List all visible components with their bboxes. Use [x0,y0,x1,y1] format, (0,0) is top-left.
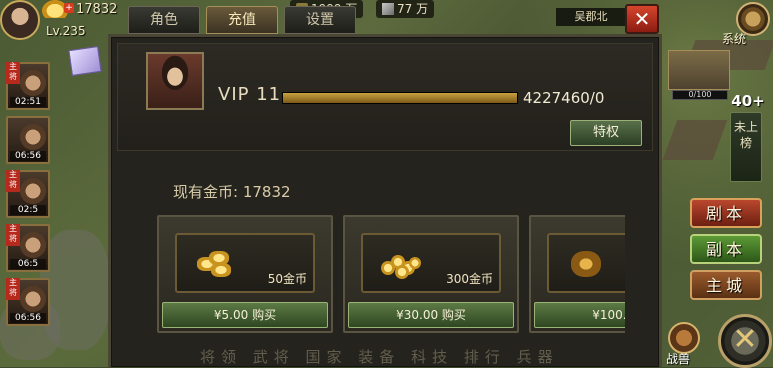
system-label: 系统 [722,32,747,46]
player-avatar[interactable] [0,0,40,40]
recharge-panel: VIP 11 4227460/0 特权 现有金币: 17832 50金币 ¥5.… [108,34,662,367]
story-button[interactable]: 剧本 [690,198,762,228]
rank-panel[interactable]: 未上榜 [730,112,762,182]
item-slot [547,233,625,293]
hero-slot-5[interactable]: 主将 06:56 [6,278,50,326]
war-beast-label: 战兽 [666,352,691,366]
mini-progress: 0/100 [672,90,728,100]
scroll-icon[interactable] [68,46,102,76]
hero-portrait [20,232,46,258]
buy-button[interactable]: ¥100.00 [534,302,625,328]
vip-section: VIP 11 4227460/0 特权 [117,43,653,151]
main-city-button[interactable]: 主城 [690,270,762,300]
player-level: Lv.235 [46,24,86,38]
gold-amount: 17832 [76,2,118,17]
hero-portrait [20,178,46,204]
item-slot: 50金币 [175,233,315,293]
buy-button[interactable]: ¥30.00 购买 [348,302,514,328]
item-slot: 300金币 [361,233,501,293]
minimap[interactable] [668,50,730,90]
menu-close-button[interactable]: ✕ [718,314,772,368]
current-gold-text: 现有金币: 17832 [173,183,291,201]
gold-coins-icon [381,251,421,279]
tab-settings[interactable]: 设置 [284,6,356,34]
hero-slot-2[interactable]: 06:56 [6,116,50,164]
resource-troops: 77 万 [376,0,435,18]
shop-item: ¥100.00 [529,215,625,333]
hero-slot-3[interactable]: 主将 02:5 [6,170,50,218]
close-button[interactable]: ✕ [625,4,659,34]
hero-portrait [20,286,46,312]
add-gold-button[interactable]: + [64,3,74,13]
vip-progress-fill [283,93,517,103]
shop-item: 300金币 ¥30.00 购买 [343,215,519,333]
hero-portrait [20,124,46,150]
vip-portrait [146,52,204,110]
dungeon-button[interactable]: 副本 [690,234,762,264]
hero-portrait [20,70,46,96]
troops-icon [382,3,394,15]
vip-progress-text: 4227460/0 [523,89,605,107]
gold-ingot-icon [195,251,235,277]
rank-level: 40+ [731,92,765,110]
gold-sack-icon [567,251,607,277]
vip-progress-bar [282,92,518,104]
privilege-button[interactable]: 特权 [570,120,642,146]
tab-character[interactable]: 角色 [128,6,200,34]
location-label: 吴郡北 [556,8,626,26]
buy-button[interactable]: ¥5.00 购买 [162,302,328,328]
tab-recharge[interactable]: 充值 [206,6,278,34]
hero-slot-1[interactable]: 主将 02:51 [6,62,50,110]
shop-item: 50金币 ¥5.00 购买 [157,215,333,333]
bottom-nav: 将领 武将 国家 装备 科技 排行 兵器 [200,348,559,366]
vip-level: VIP 11 [218,84,282,105]
shop-list: 50金币 ¥5.00 购买 300金币 ¥30.00 购买 ¥100 [157,215,625,333]
hero-slot-4[interactable]: 主将 06:5 [6,224,50,272]
